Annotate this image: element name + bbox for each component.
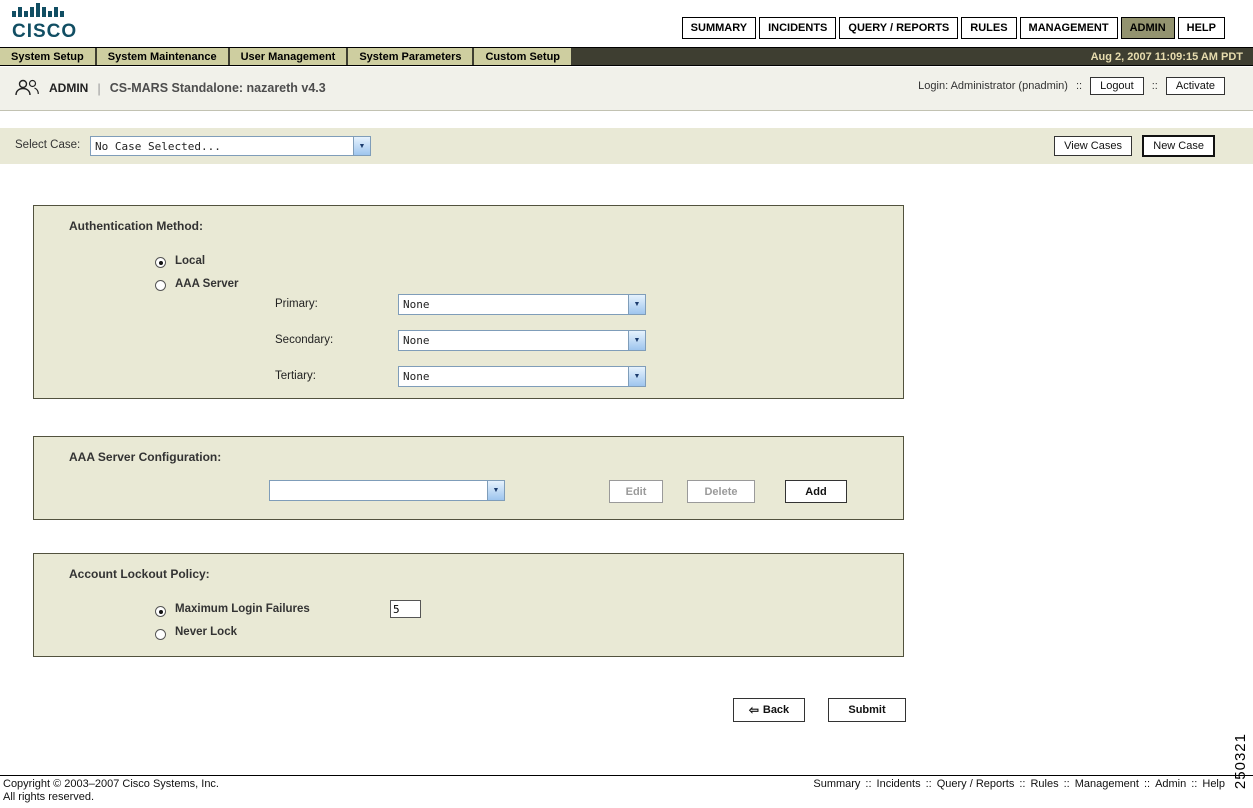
login-info: Login: Administrator (pnadmin): [918, 80, 1068, 92]
nav-tab-management[interactable]: MANAGEMENT: [1020, 17, 1118, 39]
radio-local[interactable]: [155, 257, 166, 268]
secondary-server-value: None: [399, 331, 628, 350]
subnav-tab-user-management[interactable]: User Management: [230, 48, 347, 65]
figure-number: 250321: [1232, 733, 1249, 789]
page-title: CS-MARS Standalone: nazareth v4.3: [110, 81, 326, 95]
subnav-tab-system-maintenance[interactable]: System Maintenance: [97, 48, 228, 65]
page-header-right: Login: Administrator (pnadmin) :: Logout…: [918, 77, 1225, 95]
back-button-label: Back: [763, 704, 789, 716]
footer-link-management[interactable]: Management: [1075, 778, 1139, 790]
edit-button[interactable]: Edit: [609, 480, 663, 503]
back-button[interactable]: ⇦ Back: [733, 698, 805, 722]
footer-separator: ::: [1064, 778, 1070, 790]
radio-local-label: Local: [175, 255, 205, 267]
footer-separator: ::: [1019, 778, 1025, 790]
tertiary-server-value: None: [399, 367, 628, 386]
case-select-dropdown[interactable]: No Case Selected... ▼: [90, 136, 371, 156]
radio-max-login-failures[interactable]: [155, 606, 166, 617]
copyright-notice: Copyright © 2003–2007 Cisco Systems, Inc…: [3, 778, 219, 803]
chevron-down-icon[interactable]: ▼: [628, 367, 645, 386]
users-icon: [14, 78, 40, 98]
footer-separator: ::: [1144, 778, 1150, 790]
secondary-label: Secondary:: [275, 334, 333, 346]
footer-divider-line: [0, 775, 1253, 776]
page-header-left: ADMIN | CS-MARS Standalone: nazareth v4.…: [14, 78, 326, 98]
footer-link-rules[interactable]: Rules: [1030, 778, 1058, 790]
nav-tab-help[interactable]: HELP: [1178, 17, 1225, 39]
footer-separator: ::: [865, 778, 871, 790]
footer-link-help[interactable]: Help: [1202, 778, 1225, 790]
tertiary-server-dropdown[interactable]: None ▼: [398, 366, 646, 387]
aaa-server-config-panel: AAA Server Configuration: ▼ Edit Delete …: [33, 436, 904, 520]
subnav-tab-custom-setup[interactable]: Custom Setup: [474, 48, 571, 65]
account-lockout-title: Account Lockout Policy:: [69, 567, 210, 581]
nav-tab-admin[interactable]: ADMIN: [1121, 17, 1175, 39]
authentication-method-title: Authentication Method:: [69, 219, 203, 233]
max-login-failures-input[interactable]: [390, 600, 421, 618]
new-case-button[interactable]: New Case: [1142, 135, 1215, 157]
footer-link-admin[interactable]: Admin: [1155, 778, 1186, 790]
chevron-down-icon[interactable]: ▼: [628, 331, 645, 350]
radio-max-login-failures-label: Maximum Login Failures: [175, 603, 310, 615]
sub-nav-bar: System Setup System Maintenance User Man…: [0, 47, 1253, 66]
add-button[interactable]: Add: [785, 480, 847, 503]
footer-link-query-reports[interactable]: Query / Reports: [937, 778, 1015, 790]
footer-separator: ::: [926, 778, 932, 790]
section-label: ADMIN: [49, 81, 88, 95]
primary-server-value: None: [399, 295, 628, 314]
radio-never-lock-label: Never Lock: [175, 626, 237, 638]
nav-tab-rules[interactable]: RULES: [961, 17, 1016, 39]
header-separator: ::: [1076, 80, 1082, 92]
current-timestamp: Aug 2, 2007 11:09:15 AM PDT: [1091, 48, 1253, 65]
chevron-down-icon[interactable]: ▼: [487, 481, 504, 500]
primary-label: Primary:: [275, 298, 318, 310]
nav-tab-summary[interactable]: SUMMARY: [682, 17, 756, 39]
radio-aaa-server-label: AAA Server: [175, 278, 239, 290]
case-bar: Select Case: No Case Selected... ▼ View …: [0, 128, 1253, 164]
footer-link-incidents[interactable]: Incidents: [877, 778, 921, 790]
nav-tab-incidents[interactable]: INCIDENTS: [759, 17, 836, 39]
copyright-line-2: All rights reserved.: [3, 791, 219, 804]
top-nav: SUMMARY INCIDENTS QUERY / REPORTS RULES …: [682, 17, 1225, 39]
aaa-server-dropdown[interactable]: ▼: [269, 480, 505, 501]
footer-separator: ::: [1191, 778, 1197, 790]
footer-link-summary[interactable]: Summary: [813, 778, 860, 790]
nav-tab-query-reports[interactable]: QUERY / REPORTS: [839, 17, 958, 39]
aaa-server-value: [270, 481, 487, 500]
delete-button[interactable]: Delete: [687, 480, 755, 503]
account-lockout-panel: Account Lockout Policy: Maximum Login Fa…: [33, 553, 904, 657]
radio-never-lock[interactable]: [155, 629, 166, 640]
logout-button[interactable]: Logout: [1090, 77, 1144, 95]
secondary-server-dropdown[interactable]: None ▼: [398, 330, 646, 351]
cs-mars-admin-screen: CISCO SUMMARY INCIDENTS QUERY / REPORTS …: [0, 0, 1253, 808]
select-case-label: Select Case:: [15, 139, 80, 151]
subnav-tab-system-setup[interactable]: System Setup: [0, 48, 95, 65]
header-separator: ::: [1152, 80, 1158, 92]
case-select-value: No Case Selected...: [91, 137, 353, 155]
page-header: ADMIN | CS-MARS Standalone: nazareth v4.…: [0, 67, 1253, 111]
submit-button[interactable]: Submit: [828, 698, 906, 722]
chevron-down-icon[interactable]: ▼: [628, 295, 645, 314]
tertiary-label: Tertiary:: [275, 370, 316, 382]
radio-aaa-server[interactable]: [155, 280, 166, 291]
aaa-server-config-title: AAA Server Configuration:: [69, 450, 221, 464]
view-cases-button[interactable]: View Cases: [1054, 136, 1132, 156]
chevron-down-icon[interactable]: ▼: [353, 137, 370, 155]
copyright-line-1: Copyright © 2003–2007 Cisco Systems, Inc…: [3, 778, 219, 791]
header-divider: |: [97, 81, 100, 96]
back-arrow-icon: ⇦: [749, 703, 759, 717]
cisco-logo-icon: [12, 3, 66, 17]
primary-server-dropdown[interactable]: None ▼: [398, 294, 646, 315]
cisco-logo-text: CISCO: [12, 22, 77, 42]
activate-button[interactable]: Activate: [1166, 77, 1225, 95]
footer-links: Summary :: Incidents :: Query / Reports …: [813, 778, 1225, 790]
authentication-method-panel: Authentication Method: Local AAA Server …: [33, 205, 904, 399]
cisco-logo: CISCO: [12, 3, 77, 42]
subnav-tab-system-parameters[interactable]: System Parameters: [348, 48, 472, 65]
